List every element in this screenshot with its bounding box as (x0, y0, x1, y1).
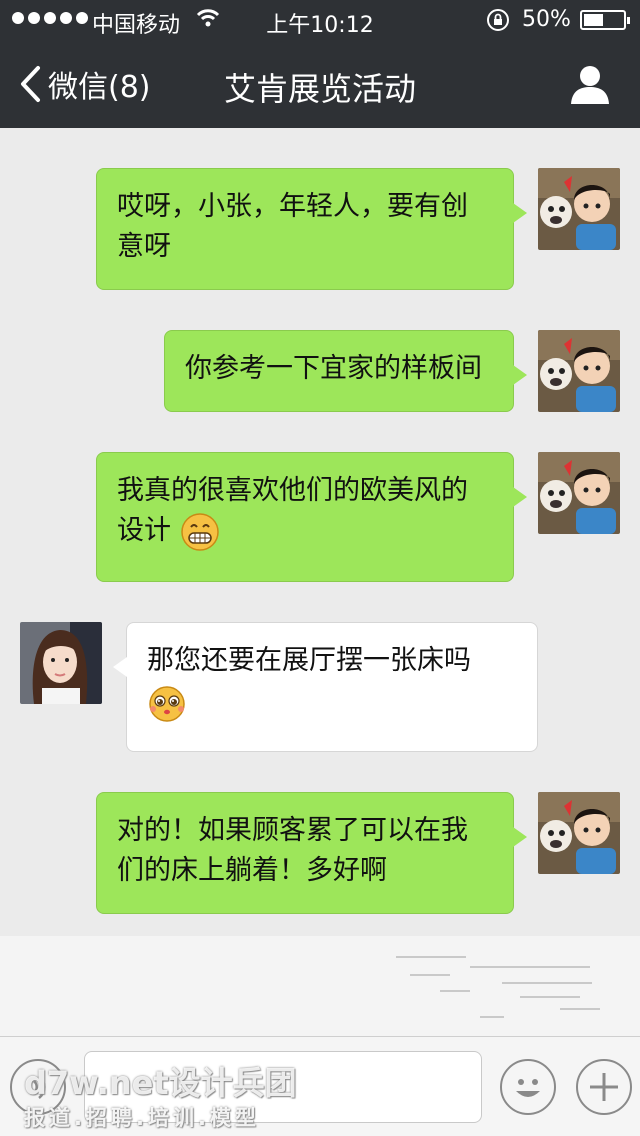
rotation-lock-icon (486, 8, 510, 32)
contact-avatar[interactable] (20, 622, 102, 704)
plus-icon (590, 1073, 618, 1101)
chat-background-decoration (0, 936, 640, 1036)
message-bubble-4[interactable]: 那您还要在展厅摆一张床吗 (113, 622, 538, 752)
battery-icon (580, 10, 630, 30)
battery-percent: 50% (522, 7, 571, 32)
message-bubble-1[interactable]: 哎呀，小张，年轻人，要有创意呀 (96, 168, 527, 290)
message-bubble-3[interactable]: 我真的很喜欢他们的欧美风的设计 (96, 452, 527, 582)
input-bar (0, 1036, 640, 1136)
my-avatar[interactable] (538, 452, 620, 534)
person-icon (571, 66, 609, 104)
more-button[interactable] (576, 1059, 632, 1115)
message-text: 哎呀，小张，年轻人，要有创意呀 (117, 191, 468, 262)
voice-button[interactable] (10, 1059, 66, 1115)
message-bubble-5[interactable]: 对的！如果顾客累了可以在我们的床上躺着！多好啊 (96, 792, 527, 914)
top-bar: 中国移动 上午10:12 50% 微信(8) 艾肯展览活动 (0, 0, 640, 128)
message-text: 我真的很喜欢他们的欧美风的设计 (117, 475, 468, 546)
status-bar: 中国移动 上午10:12 50% (0, 0, 640, 40)
nav-bar: 微信(8) 艾肯展览活动 (0, 40, 640, 128)
grin-emoji (180, 512, 220, 552)
chat-area[interactable]: 哎呀，小张，年轻人，要有创意呀 你参考一下宜家的样板间 我真的很喜欢他们的欧美风… (0, 128, 640, 936)
message-text: 那您还要在展厅摆一张床吗 (147, 645, 471, 676)
voice-icon (26, 1075, 46, 1099)
chat-info-button[interactable] (568, 62, 612, 106)
message-text: 你参考一下宜家的样板间 (185, 353, 482, 384)
chat-title: 艾肯展览活动 (223, 70, 416, 108)
emoji-button[interactable] (500, 1059, 556, 1115)
message-text: 对的！如果顾客累了可以在我们的床上躺着！多好啊 (117, 815, 468, 886)
my-avatar[interactable] (538, 168, 620, 250)
message-bubble-2[interactable]: 你参考一下宜家的样板间 (164, 330, 527, 412)
smiley-icon (516, 1079, 540, 1097)
my-avatar[interactable] (538, 792, 620, 874)
pleading-emoji (147, 682, 187, 722)
message-input[interactable] (84, 1051, 482, 1123)
my-avatar[interactable] (538, 330, 620, 412)
